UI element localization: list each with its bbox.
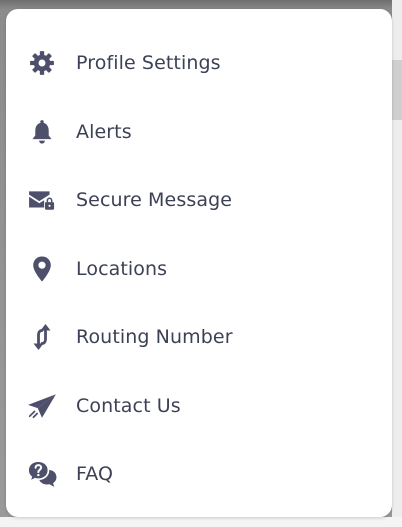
menu-item-alerts[interactable]: Alerts [6, 98, 392, 167]
page-scrollbar[interactable] [392, 0, 402, 527]
dropdown-menu: Profile Settings Alerts Secure Message L… [6, 9, 392, 517]
menu-item-profile-settings[interactable]: Profile Settings [6, 29, 392, 98]
menu-item-label: Alerts [76, 120, 132, 143]
swap-arrows-icon [26, 321, 58, 353]
paper-plane-icon [26, 390, 58, 422]
menu-item-label: Secure Message [76, 189, 233, 212]
map-pin-icon [26, 253, 58, 285]
bell-icon [26, 116, 58, 148]
question-chat-icon [26, 458, 58, 490]
menu-item-label: Profile Settings [76, 52, 221, 75]
menu-item-secure-message[interactable]: Secure Message [6, 166, 392, 235]
menu-item-label: Routing Number [76, 326, 233, 349]
menu-item-label: FAQ [76, 463, 114, 486]
menu-item-label: Locations [76, 257, 168, 280]
bottom-edge [0, 517, 402, 527]
secure-mail-icon [26, 184, 58, 216]
menu-item-routing-number[interactable]: Routing Number [6, 303, 392, 372]
gear-icon [26, 47, 58, 79]
menu-list: Profile Settings Alerts Secure Message L… [6, 29, 392, 509]
menu-item-label: Contact Us [76, 394, 181, 417]
menu-item-faq[interactable]: FAQ [6, 440, 392, 509]
menu-item-locations[interactable]: Locations [6, 235, 392, 304]
scrollbar-thumb[interactable] [392, 60, 402, 120]
menu-item-contact-us[interactable]: Contact Us [6, 372, 392, 441]
